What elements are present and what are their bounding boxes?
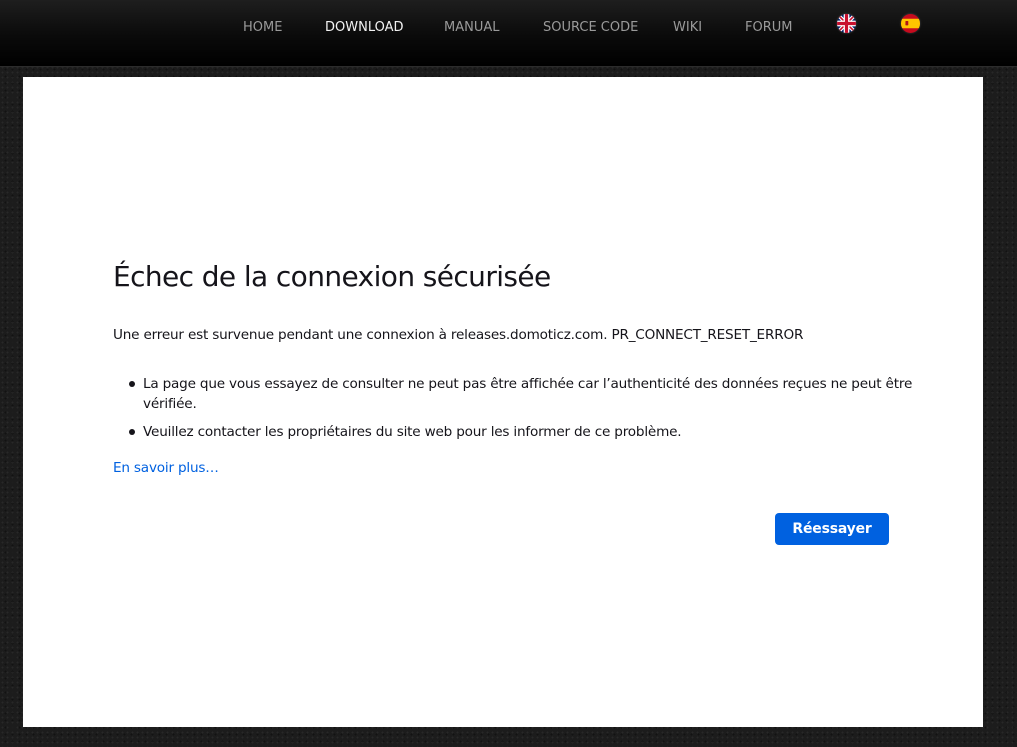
nav-wiki[interactable]: WIKI bbox=[673, 20, 702, 36]
list-item: La page que vous essayez de consulter ne… bbox=[129, 376, 913, 412]
top-navigation-bar: HOME DOWNLOAD MANUAL SOURCE CODE WIKI FO… bbox=[0, 0, 1017, 67]
error-title: Échec de la connexion sécurisée bbox=[113, 260, 551, 293]
uk-flag-icon[interactable] bbox=[837, 14, 856, 33]
nav-manual[interactable]: MANUAL bbox=[444, 20, 500, 36]
retry-button[interactable]: Réessayer bbox=[775, 513, 889, 545]
nav-source-code[interactable]: SOURCE CODE bbox=[543, 20, 638, 36]
nav-download[interactable]: DOWNLOAD bbox=[325, 20, 404, 36]
spain-flag-icon[interactable] bbox=[901, 14, 920, 33]
learn-more-link[interactable]: En savoir plus… bbox=[113, 458, 219, 478]
nav-home[interactable]: HOME bbox=[243, 20, 282, 36]
error-page-panel: Échec de la connexion sécurisée Une erre… bbox=[23, 77, 983, 727]
list-item: Veuillez contacter les propriétaires du … bbox=[129, 422, 913, 442]
nav-forum[interactable]: FORUM bbox=[745, 20, 792, 36]
error-description: Une erreur est survenue pendant une conn… bbox=[113, 327, 804, 343]
error-details-list: La page que vous essayez de consulter ne… bbox=[113, 374, 913, 450]
